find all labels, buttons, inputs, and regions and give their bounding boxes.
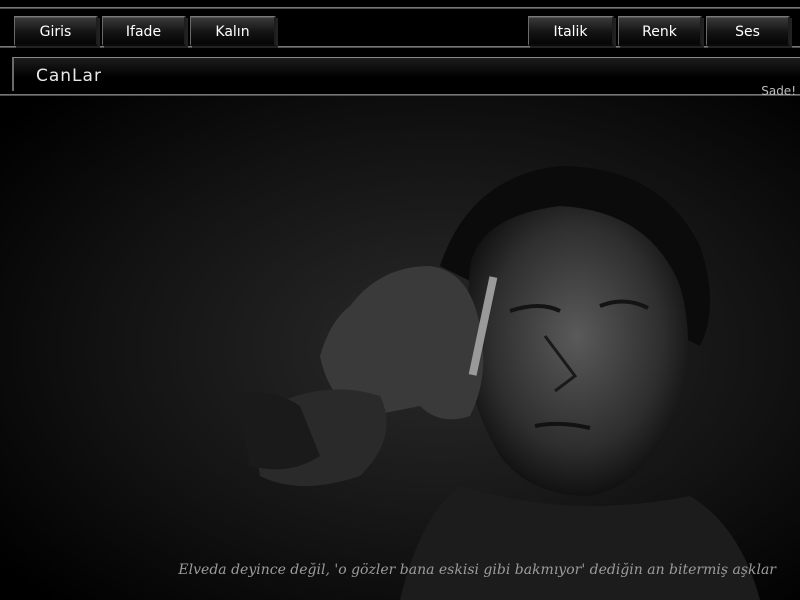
nav-button-giris[interactable]: Giris bbox=[14, 16, 98, 46]
background-portrait-photo bbox=[0, 96, 800, 600]
top-divider bbox=[0, 7, 800, 9]
nav-button-renk[interactable]: Renk bbox=[618, 16, 702, 46]
page-root: Giris Ifade Kalın Italik Renk Ses CanLar… bbox=[0, 0, 800, 600]
nav-button-ses[interactable]: Ses bbox=[706, 16, 790, 46]
nav-button-ifade[interactable]: Ifade bbox=[102, 16, 186, 46]
site-title: CanLar bbox=[36, 66, 102, 86]
nav-divider bbox=[0, 46, 800, 48]
nav-button-kalin[interactable]: Kalın bbox=[190, 16, 276, 46]
site-title-bar: CanLar bbox=[12, 57, 800, 91]
nav-button-italik[interactable]: Italik bbox=[528, 16, 614, 46]
quote-text: Elveda deyince değil, 'o gözler bana esk… bbox=[178, 562, 776, 578]
